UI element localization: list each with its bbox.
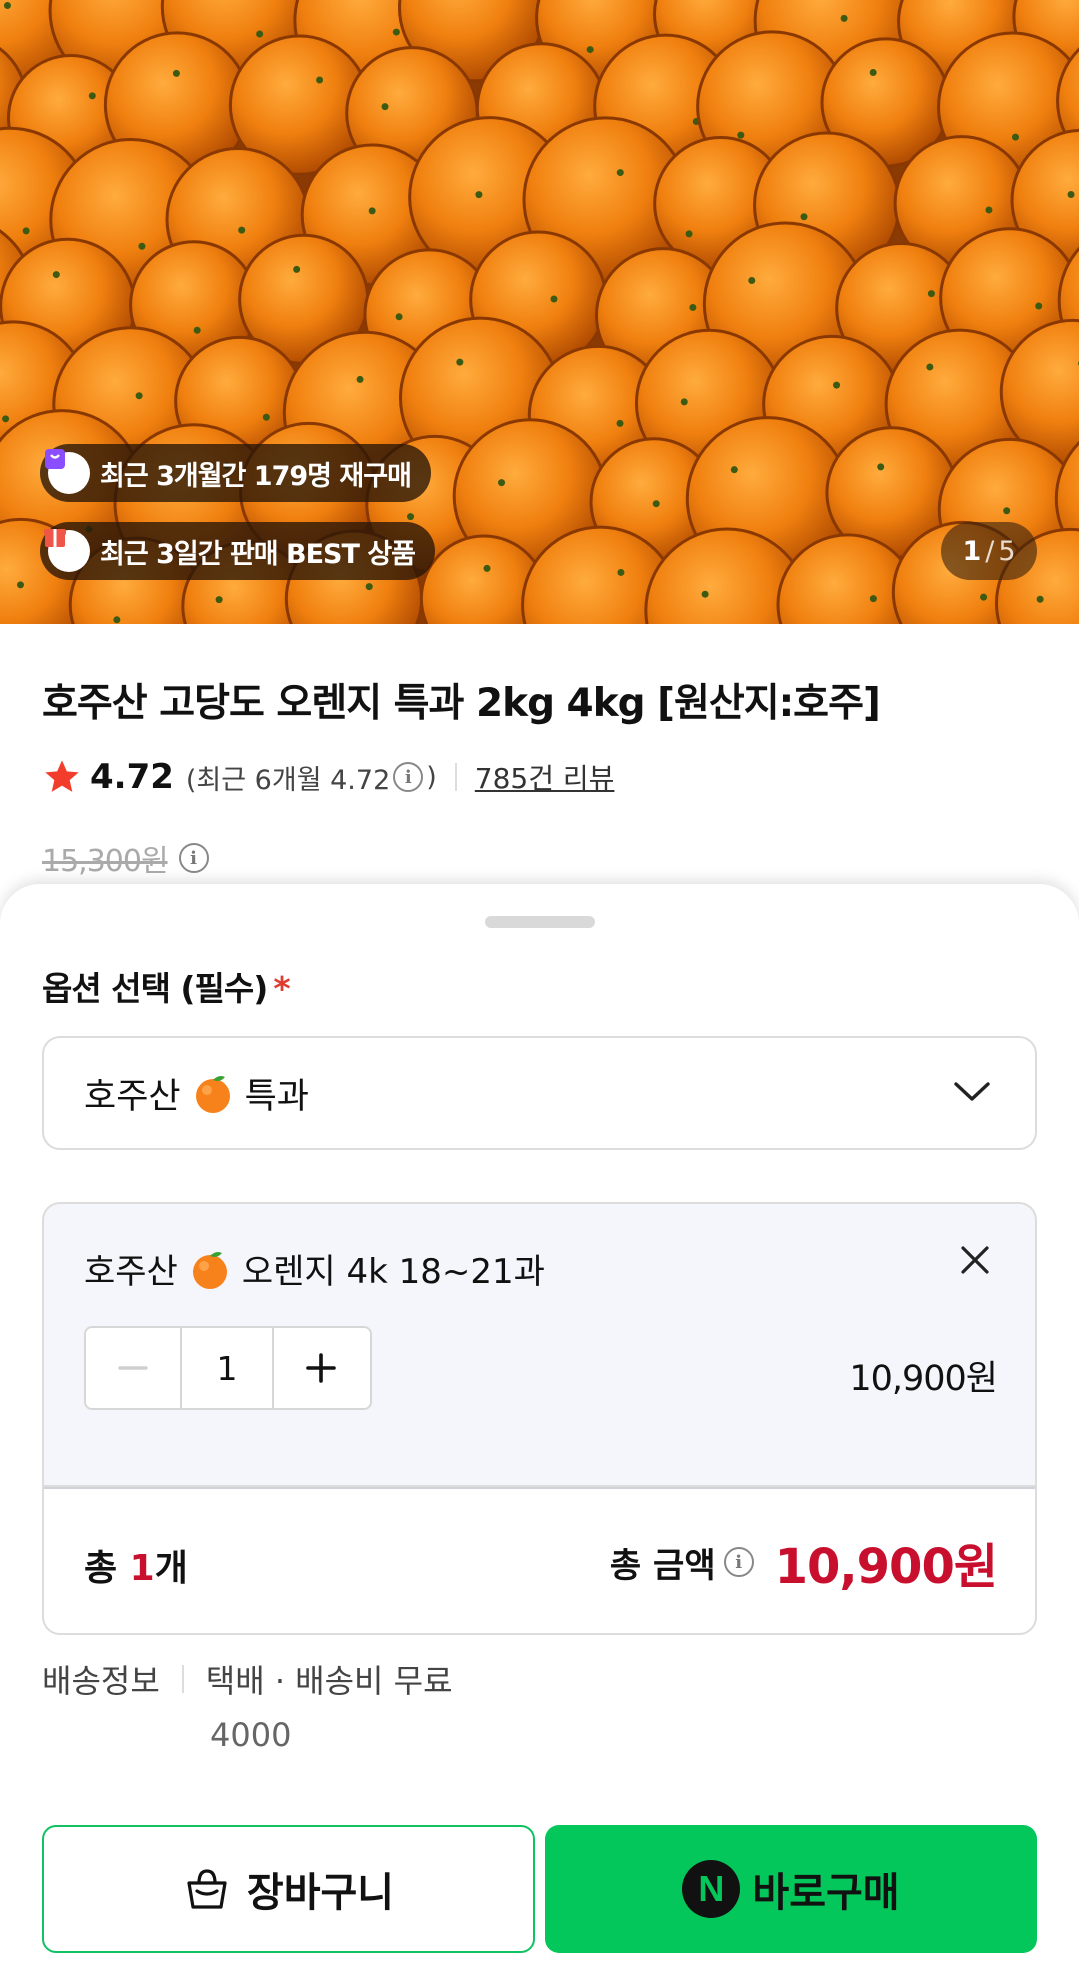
total-summary: 총 1개 총 금액 i 10,900원 [42,1485,1037,1635]
rating-row: 4.72 (최근 6개월 4.72 i ) 785건 리뷰 [42,752,614,802]
selected-option-name: 호주산 오렌지 4k 18~21과 [84,1244,545,1293]
item-price: 10,900원 [849,1359,998,1399]
naver-n-icon: N [682,1860,741,1918]
image-counter-separator: / [985,535,995,567]
quantity-stepper: 1 [84,1326,372,1410]
total-amount: 10,900원 [774,1539,998,1595]
buy-now-label: 바로구매 [752,1870,900,1916]
required-mark: * [273,969,290,1008]
divider [454,763,457,791]
info-icon[interactable]: i [723,1547,754,1577]
image-counter-current: 1 [962,535,982,567]
quantity-value[interactable]: 1 [180,1328,274,1408]
total-amount-label: 총 금액 [609,1545,716,1586]
total-count-prefix: 총 [84,1548,118,1589]
repurchase-badge-text: 최근 3개월간 179명 재구매 [100,460,412,492]
info-icon[interactable]: i [178,843,209,873]
shipping-extra: 4000 [210,1716,292,1754]
selected-option-prefix: 호주산 [84,1252,178,1292]
tangerine-icon [192,1251,227,1289]
best-seller-badge: 최근 3일간 판매 BEST 상품 [40,522,435,580]
original-price-row: 15,300원 i [42,836,212,880]
divider [181,1665,184,1693]
shipping-value: 택배 · 배송비 무료 [205,1662,453,1700]
total-count: 총 1개 [84,1539,188,1591]
recent-rating-text: (최근 6개월 4.72 [185,764,391,796]
increase-button[interactable] [274,1328,368,1408]
best-seller-badge-text: 최근 3일간 판매 BEST 상품 [100,538,416,570]
sheet-drag-handle[interactable] [485,916,595,928]
image-counter: 1 / 5 [941,522,1037,580]
add-to-cart-button[interactable]: 장바구니 [42,1825,535,1953]
divider [44,1487,1035,1489]
recent-rating-close: ) [426,761,437,793]
buy-now-button[interactable]: N 바로구매 [545,1825,1037,1953]
rating-score: 4.72 [90,757,174,797]
info-icon[interactable]: i [393,762,424,792]
option-label: 옵션 선택 (필수) * [42,962,291,1010]
selected-option-item: 호주산 오렌지 4k 18~21과 1 10,900원 [42,1202,1037,1485]
repurchase-badge: 최근 3개월간 179명 재구매 [40,444,431,502]
chevron-down-icon [954,1082,990,1101]
shopping-bag-icon [187,1869,227,1909]
original-price: 15,300원 [42,844,169,879]
close-icon[interactable] [955,1240,995,1280]
star-icon [45,760,79,792]
shipping-info: 배송정보 택배 · 배송비 무료 [42,1656,453,1702]
total-count-number: 1 [129,1548,155,1589]
recent-rating: (최근 6개월 4.72 i ) [186,758,437,797]
bag-icon [45,449,90,494]
add-to-cart-label: 장바구니 [246,1870,395,1916]
gift-icon [44,529,90,572]
decrease-button[interactable] [86,1328,180,1408]
plus-icon [306,1353,336,1383]
product-image-carousel[interactable]: 최근 3개월간 179명 재구매 최근 3일간 판매 BEST 상품 1 / 5 [0,0,1079,624]
selected-option-suffix: 오렌지 4k 18~21과 [241,1252,545,1292]
reviews-link[interactable]: 785건 리뷰 [475,757,615,797]
image-counter-total: 5 [998,535,1016,567]
total-amount-row: 총 금액 i 10,900원 [609,1527,998,1597]
product-title: 호주산 고당도 오렌지 특과 2kg 4kg [원산지:호주] [42,681,881,726]
option-label-text: 옵션 선택 (필수) [42,969,268,1008]
option-bottom-sheet: 옵션 선택 (필수)* 호주산 특과 호주산 오렌지 4k 18~21과 1 [0,884,1079,1979]
option-select-prefix: 호주산 [84,1076,181,1117]
shipping-label: 배송정보 [42,1662,160,1700]
option-select-suffix: 특과 [244,1076,310,1117]
option-select[interactable]: 호주산 특과 [42,1036,1037,1150]
total-count-suffix: 개 [154,1548,188,1589]
tangerine-icon [195,1076,230,1113]
minus-icon [118,1366,148,1370]
